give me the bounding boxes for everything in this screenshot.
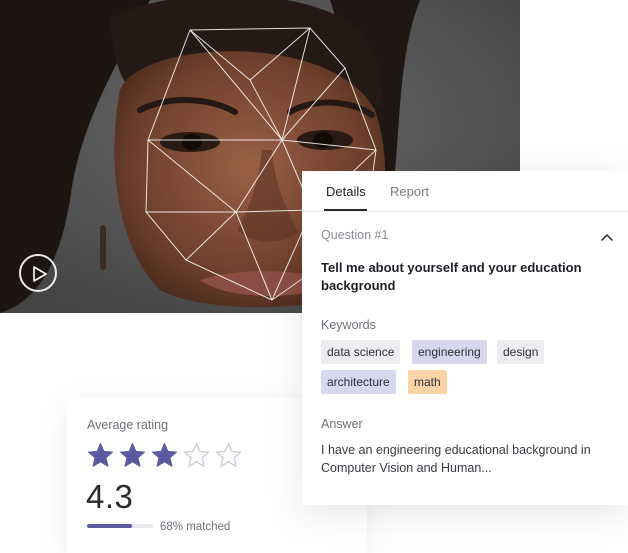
page: Average rating 4.3 68% matched Details R… — [0, 0, 628, 553]
question-label: Question #1 — [321, 228, 389, 242]
rating-value: 4.3 — [86, 478, 134, 515]
match-progress-fill — [87, 524, 132, 528]
tab-details[interactable]: Details — [326, 184, 366, 199]
keyword-chip[interactable]: design — [497, 340, 545, 364]
star-filled-icon[interactable] — [151, 442, 178, 469]
play-button[interactable] — [19, 254, 57, 292]
star-empty-icon[interactable] — [215, 442, 242, 469]
rating-label: Average rating — [87, 418, 169, 432]
star-filled-icon[interactable] — [87, 442, 114, 469]
match-text: 68% matched — [160, 521, 231, 533]
play-icon — [33, 266, 47, 282]
chevron-up-icon — [601, 234, 613, 241]
keyword-chip[interactable]: architecture — [321, 370, 396, 394]
details-panel: Details Report Question #1 Tell me about… — [302, 171, 628, 505]
star-filled-icon[interactable] — [119, 442, 146, 469]
answer-text: I have an engineering educational backgr… — [321, 443, 591, 475]
question-text: Tell me about yourself and your educatio… — [321, 260, 582, 293]
keywords-label: Keywords — [321, 318, 376, 332]
keyword-chip[interactable]: math — [408, 370, 447, 394]
keyword-chip[interactable]: engineering — [412, 340, 487, 364]
tab-bar: Details Report — [302, 171, 628, 212]
collapse-button[interactable] — [600, 229, 614, 241]
answer-label: Answer — [321, 417, 363, 431]
match-progress-bar — [87, 524, 153, 528]
keyword-chip[interactable]: data science — [321, 340, 401, 364]
active-tab-indicator — [324, 209, 367, 211]
tab-report[interactable]: Report — [390, 184, 429, 199]
star-rating — [87, 442, 242, 469]
star-empty-icon[interactable] — [183, 442, 210, 469]
